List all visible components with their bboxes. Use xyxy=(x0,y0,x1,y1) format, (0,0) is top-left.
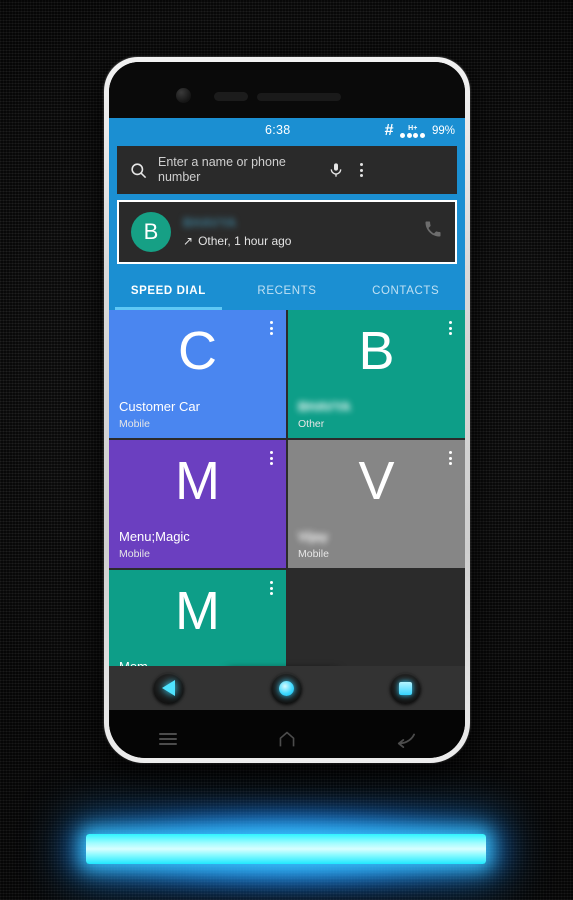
recent-call-detail: Other, 1 hour ago xyxy=(198,234,292,248)
home-key[interactable] xyxy=(273,725,301,753)
recent-call-text: BHAVYA ↗ Other, 1 hour ago xyxy=(183,216,411,248)
light-bar-core xyxy=(86,834,486,864)
microphone-icon[interactable] xyxy=(328,160,344,180)
tab-bar: SPEED DIAL RECENTS CONTACTS xyxy=(109,272,465,310)
page-background: 6:38 # H+ 99% Enter a name or phone numb… xyxy=(0,0,573,900)
tile-overflow-icon[interactable] xyxy=(264,447,279,469)
earpiece-speaker-icon xyxy=(257,93,341,101)
contact-initial: M xyxy=(175,451,220,511)
contact-name: Vijay xyxy=(298,529,329,544)
front-camera-icon xyxy=(176,88,191,103)
tile-overflow-icon[interactable] xyxy=(443,447,458,469)
contact-number-type: Mobile xyxy=(298,548,329,560)
contact-initial: C xyxy=(178,321,217,381)
search-input[interactable]: Enter a name or phone number xyxy=(158,155,318,185)
speed-dial-tile[interactable]: C Customer Car Mobile xyxy=(109,310,286,438)
hash-icon: # xyxy=(384,122,394,139)
home-outline-icon xyxy=(279,731,295,747)
phone-screen: 6:38 # H+ 99% Enter a name or phone numb… xyxy=(109,118,465,710)
search-bar-container: Enter a name or phone number xyxy=(109,142,465,200)
contact-number-type: Mobile xyxy=(119,548,150,560)
status-bar: 6:38 # H+ 99% xyxy=(109,118,465,142)
square-icon xyxy=(399,681,413,695)
contact-name: Customer Car xyxy=(119,399,200,414)
signal-strength-icon: H+ xyxy=(400,125,425,138)
tile-overflow-icon[interactable] xyxy=(264,317,279,339)
status-clock: 6:38 xyxy=(265,123,291,137)
network-type-label: H+ xyxy=(408,125,418,132)
recent-call-container: B BHAVYA ↗ Other, 1 hour ago xyxy=(109,200,465,272)
glowing-light-bar xyxy=(60,802,512,896)
speed-dial-tile[interactable]: M Menu;Magic Mobile xyxy=(109,440,286,568)
status-icons: # H+ 99% xyxy=(384,122,455,139)
tab-speed-dial[interactable]: SPEED DIAL xyxy=(109,272,228,310)
navigation-bar xyxy=(109,666,465,710)
hamburger-icon xyxy=(159,733,178,745)
phone-bottom-bezel xyxy=(109,710,465,758)
contact-initial: V xyxy=(358,451,395,511)
speed-dial-tile[interactable]: B BHAVYA Other xyxy=(288,310,465,438)
proximity-sensor-icon xyxy=(214,92,248,101)
phone-icon[interactable] xyxy=(423,219,443,245)
home-button[interactable] xyxy=(271,672,303,704)
search-icon[interactable] xyxy=(129,161,148,180)
phone-device: 6:38 # H+ 99% Enter a name or phone numb… xyxy=(104,57,470,763)
battery-percentage: 99% xyxy=(431,124,455,137)
tile-overflow-icon[interactable] xyxy=(443,317,458,339)
overflow-menu-icon[interactable] xyxy=(354,159,369,181)
speed-dial-tile[interactable]: V Vijay Mobile xyxy=(288,440,465,568)
menu-key[interactable] xyxy=(154,725,182,753)
recent-call-meta: ↗ Other, 1 hour ago xyxy=(183,234,411,248)
recent-call-card[interactable]: B BHAVYA ↗ Other, 1 hour ago xyxy=(117,200,457,264)
search-bar[interactable]: Enter a name or phone number xyxy=(117,146,457,194)
circle-icon xyxy=(279,680,295,696)
recents-button[interactable] xyxy=(390,672,422,704)
signal-dots xyxy=(400,133,425,138)
contact-number-type: Mobile xyxy=(119,418,150,430)
contact-name: Menu;Magic xyxy=(119,529,190,544)
recent-call-name: BHAVYA xyxy=(183,216,237,230)
contact-name: BHAVYA xyxy=(298,399,351,414)
back-key[interactable] xyxy=(392,725,420,753)
outgoing-call-icon: ↗ xyxy=(183,234,194,248)
avatar: B xyxy=(131,212,171,252)
phone-front-face: 6:38 # H+ 99% Enter a name or phone numb… xyxy=(109,62,465,758)
back-arrow-icon xyxy=(397,733,415,748)
contact-initial: M xyxy=(175,581,220,641)
contact-number-type: Other xyxy=(298,418,325,430)
tab-contacts[interactable]: CONTACTS xyxy=(346,272,465,310)
tab-recents[interactable]: RECENTS xyxy=(228,272,347,310)
phone-top-bezel xyxy=(109,62,465,118)
triangle-left-icon xyxy=(161,680,175,696)
tile-overflow-icon[interactable] xyxy=(264,577,279,599)
back-button[interactable] xyxy=(152,672,184,704)
contact-initial: B xyxy=(358,321,395,381)
speed-dial-grid: C Customer Car Mobile B BHAVYA Other M M… xyxy=(109,310,465,698)
